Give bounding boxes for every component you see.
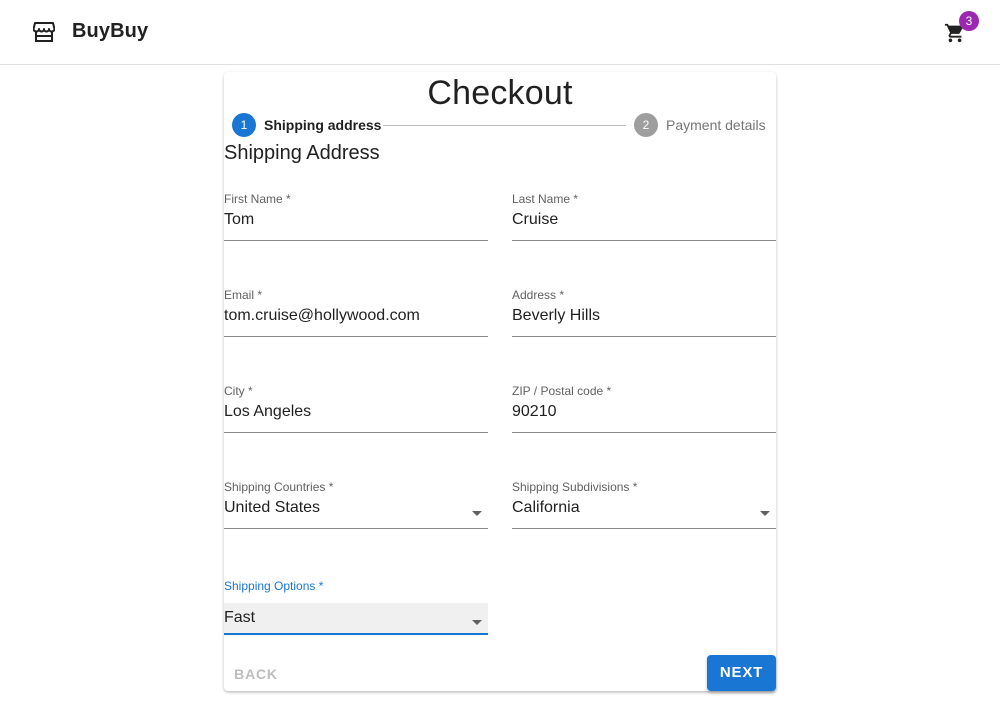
cart-button[interactable]: 3	[940, 11, 979, 48]
dropdown-arrow-icon[interactable]	[472, 620, 482, 625]
last-name-underline	[512, 240, 776, 241]
dropdown-arrow-icon[interactable]	[472, 511, 482, 516]
last-name-input[interactable]: Cruise	[512, 211, 558, 229]
email-label: Email *	[224, 288, 263, 302]
storefront-icon	[33, 22, 55, 42]
shipping-options-select[interactable]: Shipping Options * Fast	[224, 579, 488, 639]
address-underline	[512, 336, 776, 337]
first-name-input[interactable]: Tom	[224, 211, 254, 229]
address-input[interactable]: Beverly Hills	[512, 307, 600, 325]
shipping-country-select[interactable]: Shipping Countries * United States	[224, 480, 488, 540]
email-underline	[224, 336, 488, 337]
step-1-number: 1	[232, 113, 256, 137]
address-field[interactable]: Address * Beverly Hills	[512, 288, 776, 348]
shipping-country-label: Shipping Countries *	[224, 480, 334, 494]
dropdown-arrow-icon[interactable]	[760, 511, 770, 516]
shipping-options-value[interactable]: Fast	[224, 609, 255, 627]
step-1-label: Shipping address	[264, 117, 382, 133]
section-title: Shipping Address	[224, 142, 380, 164]
step-2-number: 2	[634, 113, 658, 137]
email-input[interactable]: tom.cruise@hollywood.com	[224, 307, 420, 325]
city-field[interactable]: City * Los Angeles	[224, 384, 488, 444]
zip-label: ZIP / Postal code *	[512, 384, 612, 398]
step-2-label: Payment details	[666, 117, 766, 133]
city-label: City *	[224, 384, 253, 398]
first-name-field[interactable]: First Name * Tom	[224, 192, 488, 252]
brand-name[interactable]: BuyBuy	[72, 20, 148, 43]
last-name-label: Last Name *	[512, 192, 579, 206]
shipping-subdivision-select[interactable]: Shipping Subdivisions * California	[512, 480, 776, 540]
zip-field[interactable]: ZIP / Postal code * 90210	[512, 384, 776, 444]
shipping-subdivision-underline	[512, 528, 776, 529]
app-bar: BuyBuy 3	[0, 0, 1000, 65]
shipping-country-underline	[224, 528, 488, 529]
shipping-options-underline	[224, 633, 488, 635]
shipping-country-value[interactable]: United States	[224, 499, 320, 517]
zip-underline	[512, 432, 776, 433]
page-title: Checkout	[427, 74, 573, 112]
first-name-label: First Name *	[224, 192, 291, 206]
last-name-field[interactable]: Last Name * Cruise	[512, 192, 776, 252]
shipping-options-background	[224, 603, 488, 633]
shipping-options-label: Shipping Options *	[224, 579, 324, 593]
city-input[interactable]: Los Angeles	[224, 403, 311, 421]
first-name-underline	[224, 240, 488, 241]
email-field[interactable]: Email * tom.cruise@hollywood.com	[224, 288, 488, 348]
address-label: Address *	[512, 288, 565, 302]
zip-input[interactable]: 90210	[512, 403, 557, 421]
step-connector	[383, 125, 626, 126]
back-button[interactable]: BACK	[228, 656, 284, 692]
cart-count-badge: 3	[959, 11, 979, 31]
city-underline	[224, 432, 488, 433]
next-button[interactable]: NEXT	[707, 655, 776, 691]
shipping-subdivision-label: Shipping Subdivisions *	[512, 480, 638, 494]
shipping-subdivision-value[interactable]: California	[512, 499, 580, 517]
checkout-card: Checkout 1 Shipping address 2 Payment de…	[224, 72, 776, 691]
